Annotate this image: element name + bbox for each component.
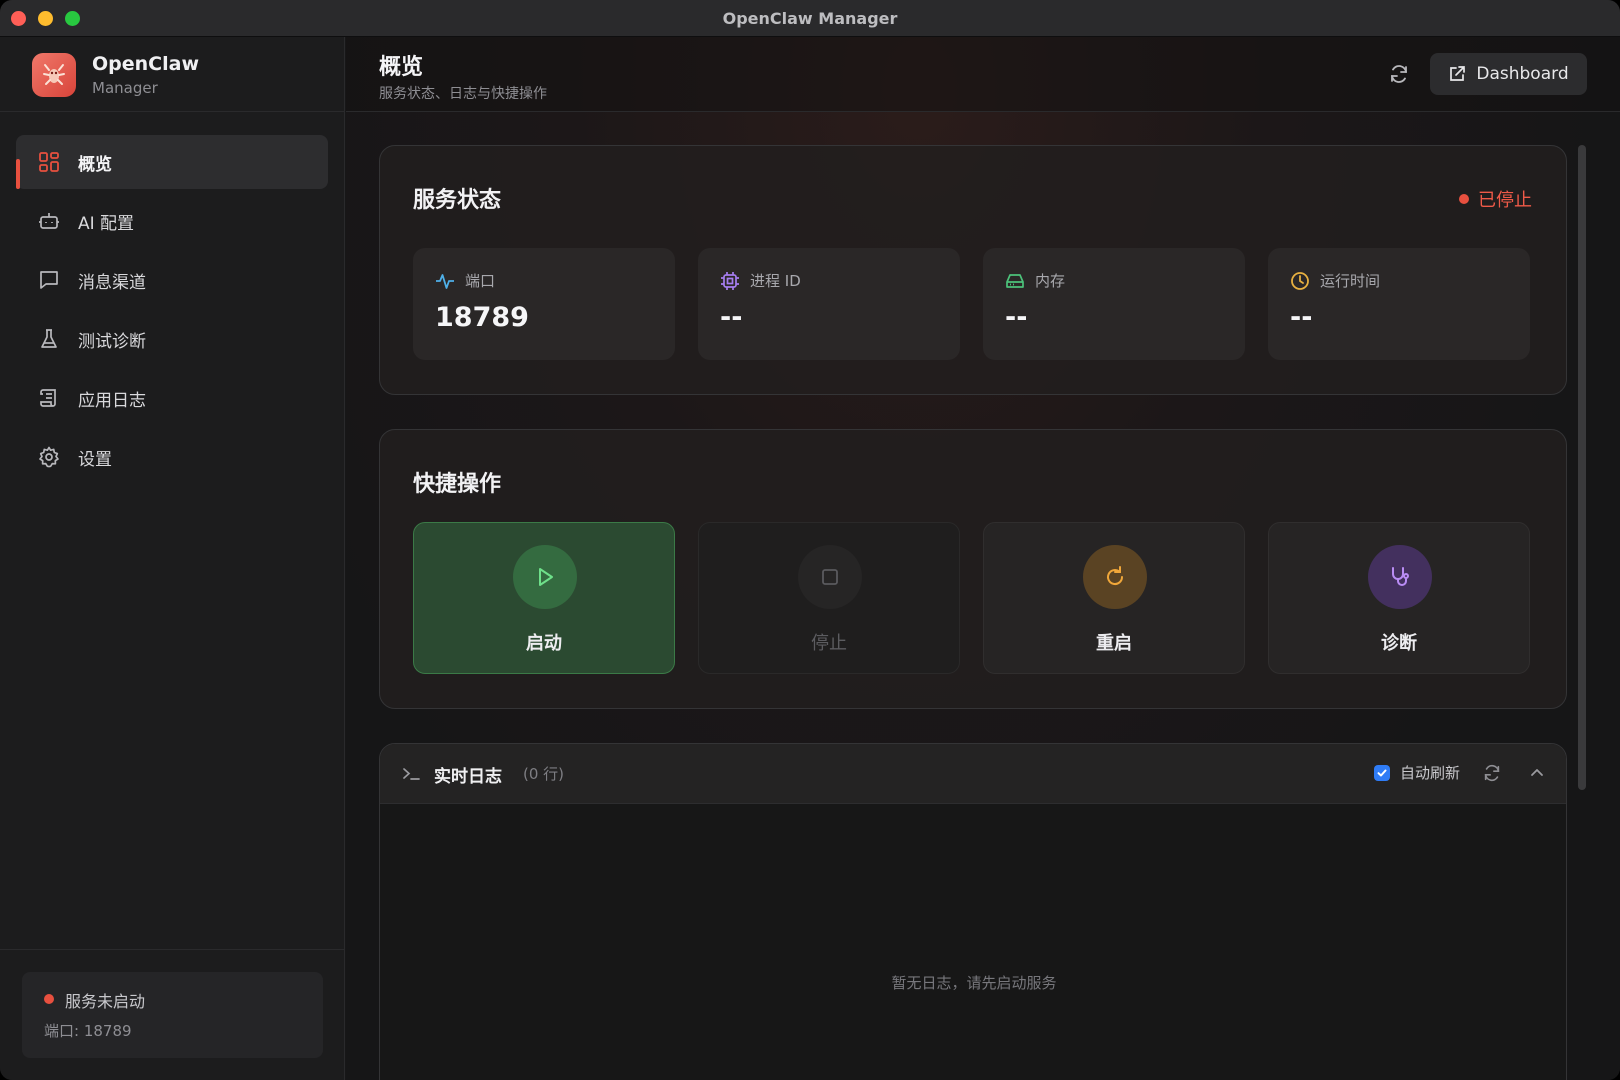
- stat-uptime: 运行时间 --: [1268, 248, 1530, 360]
- stat-value: --: [1290, 302, 1313, 333]
- sidebar-item-ai-config[interactable]: AI 配置: [16, 194, 328, 248]
- logs-title: 实时日志: [434, 767, 502, 787]
- title-bar: OpenClaw Manager: [0, 0, 1620, 37]
- status-dot-icon: [44, 994, 54, 1004]
- logs-header[interactable]: 实时日志 (0 行) 自动刷新: [380, 744, 1566, 804]
- collapse-logs-button[interactable]: [1528, 764, 1546, 782]
- stat-memory: 内存 --: [983, 248, 1245, 360]
- service-status-card: 服务未启动 端口: 18789: [22, 972, 323, 1058]
- sidebar-item-settings[interactable]: 设置: [16, 430, 328, 484]
- status-dot-icon: [1459, 194, 1469, 204]
- auto-refresh-label: 自动刷新: [1399, 764, 1460, 782]
- service-status-title: 服务状态: [413, 188, 502, 213]
- drive-icon: [1006, 273, 1024, 288]
- sidebar-item-label: 概览: [78, 154, 112, 175]
- brand-name: OpenClaw: [92, 53, 199, 75]
- service-status-section: 服务状态 已停止 端口 18789 进程 ID -- 内存 -- 运行时间 --: [379, 145, 1567, 395]
- page-subtitle: 服务状态、日志与快捷操作: [379, 86, 547, 102]
- brand: OpenClaw Manager: [0, 37, 345, 112]
- sidebar-item-channels[interactable]: 消息渠道: [16, 253, 328, 307]
- sidebar-item-label: AI 配置: [78, 213, 135, 234]
- stop-icon: [798, 545, 862, 609]
- cpu-icon: [721, 271, 739, 290]
- logs-count: (0 行): [523, 765, 565, 783]
- flask-icon: [38, 328, 60, 350]
- sidebar-item-label: 设置: [78, 449, 112, 470]
- external-link-icon: [1450, 66, 1466, 81]
- start-button-label: 启动: [526, 633, 562, 654]
- diagnose-button[interactable]: 诊断: [1268, 522, 1530, 674]
- stethoscope-icon: [1368, 545, 1432, 609]
- stat-label: 内存: [1035, 272, 1066, 290]
- dashboard-button[interactable]: Dashboard: [1430, 53, 1587, 95]
- sidebar-item-overview[interactable]: 概览: [16, 135, 328, 189]
- gear-icon: [38, 446, 60, 468]
- sidebar-item-label: 应用日志: [78, 390, 146, 411]
- dashboard-button-label: Dashboard: [1476, 64, 1569, 84]
- refresh-icon: [1391, 65, 1407, 83]
- service-port-text: 端口: 18789: [44, 1022, 132, 1040]
- restart-button-label: 重启: [1096, 633, 1132, 654]
- sidebar-item-diagnostics[interactable]: 测试诊断: [16, 312, 328, 366]
- brand-subtitle: Manager: [92, 79, 158, 97]
- quick-actions-section: 快捷操作 启动 停止 重启 诊断: [379, 429, 1567, 709]
- stat-label: 端口: [465, 272, 496, 290]
- refresh-logs-button[interactable]: [1482, 763, 1502, 783]
- sidebar-item-app-logs[interactable]: 应用日志: [16, 371, 328, 425]
- diagnose-button-label: 诊断: [1381, 633, 1417, 654]
- grid-icon: [38, 151, 60, 173]
- page-title: 概览: [379, 55, 424, 80]
- check-icon: [1377, 769, 1387, 776]
- service-state-text: 已停止: [1478, 190, 1532, 211]
- logs-empty-message: 暂无日志，请先启动服务: [891, 974, 1057, 992]
- refresh-icon: [1484, 764, 1500, 781]
- chevron-up-icon: [1531, 768, 1543, 776]
- activity-icon: [436, 273, 454, 289]
- restart-icon: [1083, 545, 1147, 609]
- stop-button[interactable]: 停止: [698, 522, 960, 674]
- auto-refresh-checkbox[interactable]: [1373, 764, 1390, 781]
- stat-value: --: [1005, 302, 1028, 333]
- stat-port: 端口 18789: [413, 248, 675, 360]
- play-icon: [513, 545, 577, 609]
- main-scrollbar[interactable]: [1578, 145, 1586, 790]
- stat-label: 进程 ID: [750, 272, 801, 290]
- sidebar-nav: 概览 AI 配置 消息渠道 测试诊断 应用日志 设置: [16, 135, 328, 489]
- stat-label: 运行时间: [1320, 272, 1381, 290]
- quick-actions-title: 快捷操作: [413, 472, 502, 497]
- sidebar-item-label: 消息渠道: [78, 272, 146, 293]
- service-status-text: 服务未启动: [65, 992, 146, 1011]
- stat-value: --: [720, 302, 743, 333]
- app-logo-icon: [32, 53, 76, 97]
- sidebar-footer: 服务未启动 端口: 18789: [0, 949, 345, 1080]
- terminal-icon: [403, 768, 420, 780]
- clock-icon: [1291, 271, 1309, 290]
- restart-button[interactable]: 重启: [983, 522, 1245, 674]
- stop-button-label: 停止: [811, 633, 847, 654]
- app-window: OpenClaw Manager OpenClaw Manager 概览 AI …: [0, 0, 1620, 1080]
- stat-value: 18789: [435, 302, 529, 333]
- message-icon: [38, 269, 60, 291]
- robot-icon: [38, 210, 60, 232]
- realtime-logs-section: 实时日志 (0 行) 自动刷新 暂无日志，请先启动服务: [379, 743, 1567, 1080]
- start-button[interactable]: 启动: [413, 522, 675, 674]
- sidebar: OpenClaw Manager 概览 AI 配置 消息渠道 测试诊断 应用日志…: [0, 37, 345, 1080]
- refresh-button[interactable]: [1386, 61, 1412, 87]
- stat-process-id: 进程 ID --: [698, 248, 960, 360]
- main-content: 概览 服务状态、日志与快捷操作 Dashboard 服务状态 已停止 端口 18…: [346, 37, 1620, 1080]
- sidebar-item-label: 测试诊断: [78, 331, 146, 352]
- logs-controls: 自动刷新: [1373, 762, 1546, 783]
- service-state-badge: 已停止: [1459, 186, 1532, 212]
- window-title: OpenClaw Manager: [722, 9, 898, 28]
- scroll-icon: [38, 387, 60, 409]
- page-header: 概览 服务状态、日志与快捷操作 Dashboard: [346, 37, 1620, 112]
